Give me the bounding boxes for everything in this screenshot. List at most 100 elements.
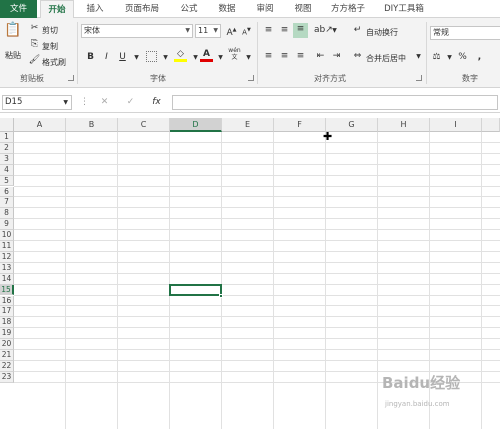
chevron-down-icon[interactable]: ▼	[412, 50, 425, 63]
copy-button[interactable]: 复制	[42, 41, 58, 52]
tab-view[interactable]: 视图	[288, 0, 318, 18]
row-header-11[interactable]: 11	[0, 241, 14, 252]
orientation-icon[interactable]: ab↗	[314, 24, 333, 37]
column-header-e[interactable]: E	[222, 118, 274, 132]
bold-button[interactable]: B	[84, 51, 97, 64]
row-header-20[interactable]: 20	[0, 339, 14, 350]
grow-font-icon[interactable]: A▲	[225, 24, 238, 38]
row-header-9[interactable]: 9	[0, 219, 14, 231]
row-header-21[interactable]: 21	[0, 350, 14, 361]
align-center-icon[interactable]: ≡	[278, 50, 291, 63]
chevron-down-icon[interactable]: ▼	[328, 24, 341, 37]
row-header-14[interactable]: 14	[0, 273, 14, 285]
insert-function-button[interactable]: fx	[150, 96, 163, 109]
column-header-a[interactable]: A	[14, 118, 66, 132]
phonetic-icon[interactable]: wén 文	[228, 47, 241, 61]
column-header-d[interactable]: D	[170, 118, 222, 132]
selected-cell[interactable]	[169, 283, 222, 297]
tab-review[interactable]: 审阅	[250, 0, 280, 18]
row-header-13[interactable]: 13	[0, 262, 14, 274]
wrap-text-button[interactable]: 自动换行	[366, 27, 398, 38]
align-left-icon[interactable]: ≡	[262, 50, 275, 63]
gridline	[169, 132, 170, 429]
font-color-icon[interactable]: A	[200, 49, 213, 62]
column-header-g[interactable]: G	[326, 118, 378, 132]
chevron-down-icon[interactable]: ▼	[242, 51, 255, 64]
underline-button[interactable]: U	[116, 51, 129, 64]
alignment-launcher-icon[interactable]	[416, 75, 422, 81]
row-header-23[interactable]: 23	[0, 371, 14, 383]
tab-fangfang[interactable]: 方方格子	[326, 0, 370, 18]
paste-icon[interactable]: 📋	[4, 23, 22, 46]
font-launcher-icon[interactable]	[248, 75, 254, 81]
borders-icon[interactable]	[146, 51, 157, 62]
wrap-text-icon[interactable]: ↵	[351, 24, 364, 37]
tab-diy-toolbox[interactable]: DIY工具箱	[376, 0, 432, 18]
row-header-5[interactable]: 5	[0, 175, 14, 187]
align-bottom-icon[interactable]: ≡	[293, 23, 308, 38]
clipboard-launcher-icon[interactable]	[68, 75, 74, 81]
merge-center-button[interactable]: 合并后居中	[366, 53, 406, 64]
gridline	[14, 327, 500, 329]
percent-button[interactable]: %	[456, 51, 469, 64]
column-header-h[interactable]: H	[378, 118, 430, 132]
row-header-17[interactable]: 17	[0, 306, 14, 318]
tab-file[interactable]: 文件	[0, 0, 37, 18]
column-header-b[interactable]: B	[66, 118, 118, 132]
tab-page-layout[interactable]: 页面布局	[118, 0, 166, 18]
row-header-18[interactable]: 18	[0, 317, 14, 329]
row-header-16[interactable]: 16	[0, 295, 14, 307]
row-header-22[interactable]: 22	[0, 360, 14, 372]
column-header-partial[interactable]	[482, 118, 500, 132]
fill-handle[interactable]	[219, 293, 223, 298]
shrink-font-icon[interactable]: A▼	[240, 24, 253, 37]
row-header-10[interactable]: 10	[0, 230, 14, 241]
chevron-down-icon[interactable]: ▼	[214, 51, 227, 64]
chevron-down-icon[interactable]: ▼	[443, 51, 456, 64]
column-header-i[interactable]: I	[430, 118, 482, 132]
row-header-7[interactable]: 7	[0, 197, 14, 209]
decrease-indent-icon[interactable]: ⇤	[314, 50, 327, 63]
tab-data[interactable]: 数据	[212, 0, 242, 18]
comma-style-button[interactable]: ,	[473, 51, 486, 64]
align-top-icon[interactable]: ≡	[262, 24, 275, 37]
copy-icon[interactable]: ⎘	[28, 38, 41, 51]
italic-button[interactable]: I	[100, 51, 113, 64]
row-header-15[interactable]: 15	[0, 284, 14, 296]
align-middle-icon[interactable]: ≡	[278, 24, 291, 37]
chevron-down-icon[interactable]: ▼	[130, 51, 143, 64]
align-right-icon[interactable]: ≡	[294, 50, 307, 63]
row-header-12[interactable]: 12	[0, 251, 14, 263]
name-box[interactable]: D15 ▼	[2, 95, 72, 110]
tab-insert[interactable]: 插入	[80, 0, 110, 18]
row-header-19[interactable]: 19	[0, 328, 14, 340]
merge-center-icon[interactable]: ⇔	[351, 50, 364, 63]
font-name-select[interactable]: 宋体 ▼	[81, 24, 193, 38]
font-size-select[interactable]: 11 ▼	[195, 24, 221, 38]
format-painter-icon[interactable]: 🖌	[28, 54, 41, 67]
format-painter-button[interactable]: 格式刷	[42, 57, 66, 68]
row-header-8[interactable]: 8	[0, 208, 14, 220]
increase-indent-icon[interactable]: ⇥	[330, 50, 343, 63]
name-box-value: D15	[5, 97, 23, 107]
paste-button[interactable]: 粘贴	[5, 50, 21, 61]
row-header-3[interactable]: 3	[0, 153, 14, 165]
cancel-icon[interactable]: ✕	[98, 96, 111, 109]
column-header-c[interactable]: C	[118, 118, 170, 132]
chevron-down-icon[interactable]: ▼	[159, 51, 172, 64]
accounting-format-icon[interactable]: ⚖	[430, 51, 443, 64]
fill-color-icon[interactable]: ◇	[174, 49, 187, 62]
row-header-4[interactable]: 4	[0, 164, 14, 176]
number-format-select[interactable]: 常规	[430, 26, 500, 40]
enter-icon[interactable]: ✓	[124, 96, 137, 109]
formula-input[interactable]	[172, 95, 498, 110]
cut-button[interactable]: 剪切	[42, 25, 58, 36]
tab-formulas[interactable]: 公式	[174, 0, 204, 18]
tab-home[interactable]: 开始	[40, 0, 74, 19]
row-header-1[interactable]: 1	[0, 132, 14, 143]
row-header-6[interactable]: 6	[0, 186, 14, 198]
select-all-button[interactable]	[0, 118, 14, 132]
row-header-2[interactable]: 2	[0, 142, 14, 154]
column-header-f[interactable]: F	[274, 118, 326, 132]
cut-icon[interactable]: ✂	[28, 22, 41, 35]
